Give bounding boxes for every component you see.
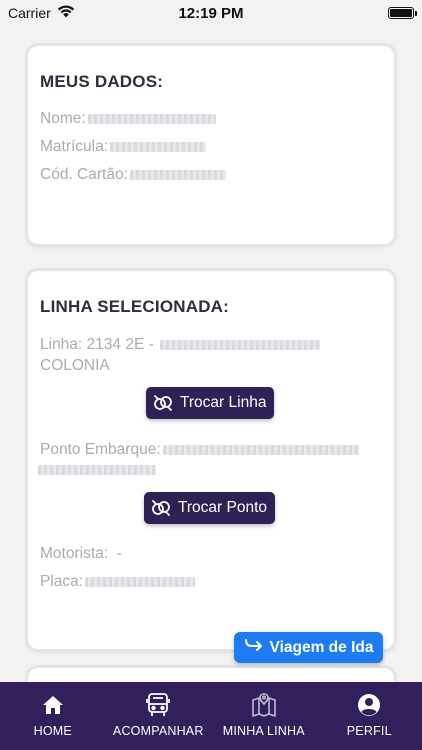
- linha-continuation: COLONIA: [40, 357, 110, 374]
- trocar-ponto-label: Trocar Ponto: [178, 499, 268, 516]
- bus-icon: [145, 692, 171, 718]
- swap-link-icon: [150, 497, 172, 519]
- viagem-de-ida-label: Viagem de Ida: [269, 638, 374, 656]
- matricula-field: Matrícula:: [40, 138, 207, 156]
- nav-item-acompanhar[interactable]: ACOMPANHAR: [106, 682, 212, 750]
- redacted-cartao: [129, 170, 226, 180]
- nome-label: Nome:: [40, 110, 86, 127]
- redacted-placa: [85, 577, 196, 587]
- home-icon: [40, 692, 66, 718]
- nav-label-acompanhar: ACOMPANHAR: [112, 724, 204, 738]
- linha-selecionada-title: LINHA SELECIONADA:: [40, 297, 230, 316]
- cartao-label: Cód. Cartão:: [40, 166, 128, 183]
- nav-label-perfil: PERFIL: [346, 724, 392, 738]
- placa-field: Placa:: [40, 573, 196, 591]
- nav-item-home[interactable]: HOME: [0, 682, 106, 750]
- nav-item-perfil[interactable]: PERFIL: [317, 682, 422, 750]
- placa-label: Placa:: [40, 573, 84, 590]
- map-icon: [251, 692, 277, 718]
- linha-selecionada-card: LINHA SELECIONADA: Linha: 2134 2E - COLO…: [28, 271, 394, 649]
- ponto-label: Ponto Embarque:: [40, 441, 161, 458]
- status-bar: Carrier 12:19 PM: [0, 0, 422, 26]
- trocar-ponto-button[interactable]: Trocar Ponto: [144, 492, 276, 524]
- linha-field: Linha: 2134 2E -: [40, 336, 320, 354]
- nav-item-minha-linha[interactable]: MINHA LINHA: [211, 682, 317, 750]
- cartao-field: Cód. Cartão:: [40, 166, 226, 184]
- matricula-label: Matrícula:: [40, 138, 109, 155]
- redacted-matricula: [110, 142, 207, 152]
- nav-label-home: HOME: [33, 724, 72, 738]
- redacted-ponto-continuation: [38, 465, 156, 475]
- swap-link-icon: [152, 392, 174, 414]
- battery-icon: [388, 7, 417, 19]
- nav-label-minha-linha: MINHA LINHA: [222, 724, 305, 738]
- viagem-de-ida-button[interactable]: Viagem de Ida: [234, 632, 383, 663]
- carrier-label: Carrier: [8, 5, 51, 21]
- nome-field: Nome:: [40, 110, 216, 128]
- wifi-icon: [57, 5, 75, 21]
- redacted-name: [87, 114, 216, 124]
- ponto-field: Ponto Embarque:: [40, 441, 359, 459]
- bottom-nav: HOME ACOMPANHAR MINHA LINHA PERFIL: [0, 682, 422, 750]
- trocar-linha-button[interactable]: Trocar Linha: [146, 387, 275, 419]
- user-circle-icon: [356, 692, 382, 718]
- meus-dados-title: MEUS DADOS:: [40, 72, 164, 91]
- meus-dados-card: MEUS DADOS: Nome: Matrícula: Cód. Cartão…: [28, 46, 394, 244]
- redacted-linha: [159, 340, 320, 350]
- route-arrow-icon: [244, 638, 264, 657]
- motorista-field: Motorista: -: [40, 545, 122, 562]
- battery-fill: [390, 9, 412, 17]
- trocar-linha-label: Trocar Linha: [180, 394, 267, 411]
- linha-label: Linha: 2134 2E -: [40, 336, 154, 353]
- redacted-ponto: [162, 445, 359, 455]
